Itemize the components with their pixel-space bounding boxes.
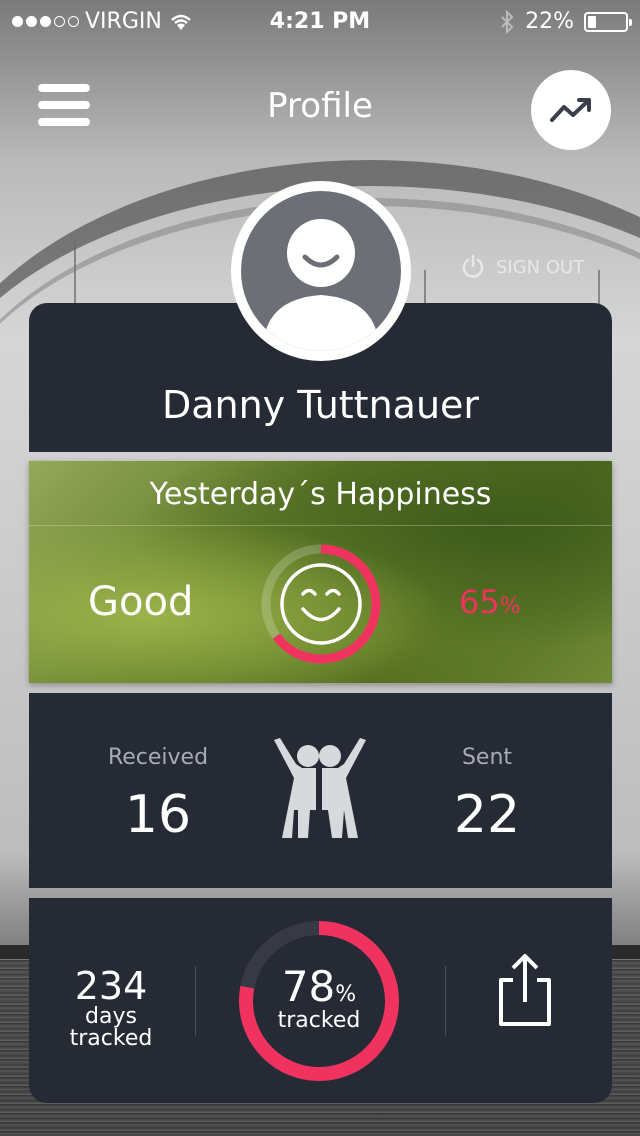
- bluetooth-icon: [501, 9, 514, 34]
- battery-icon: [584, 11, 632, 32]
- happiness-title: Yesterday´s Happiness: [149, 477, 492, 512]
- share-button[interactable]: [495, 950, 555, 1030]
- share-icon: [499, 954, 551, 1026]
- days-tracked-value: 234: [74, 964, 148, 1008]
- tracked-percent: 78%: [281, 962, 357, 1011]
- divider: [195, 966, 196, 1036]
- avatar[interactable]: [231, 181, 411, 361]
- user-name: Danny Tuttnauer: [161, 383, 480, 427]
- exchange-card: Received 16 Sent 22: [29, 693, 612, 888]
- tracked-label: tracked: [277, 1008, 361, 1033]
- smiley-face-icon: [280, 563, 362, 645]
- divider: [29, 525, 612, 526]
- sent-value: 22: [453, 785, 521, 845]
- stats-card: 234 days tracked 78% tracked: [29, 898, 612, 1103]
- happiness-card[interactable]: Yesterday´s Happiness Good 65%: [29, 461, 612, 683]
- sign-out-label: SIGN OUT: [496, 256, 585, 278]
- friends-hugging-icon: [274, 738, 366, 838]
- mood-label: Good: [88, 579, 194, 625]
- sent-label: Sent: [461, 745, 513, 770]
- power-icon: [462, 254, 484, 278]
- battery-percent: 22%: [525, 9, 574, 34]
- trends-button[interactable]: [531, 70, 611, 150]
- happiness-percent: 65%: [459, 583, 521, 621]
- user-avatar-icon: [263, 219, 379, 351]
- happiness-progress-ring: [261, 544, 381, 664]
- trending-up-icon: [550, 98, 591, 122]
- status-bar: VIRGIN 4:21 PM 22%: [0, 0, 640, 44]
- received-value: 16: [124, 785, 192, 845]
- divider: [445, 966, 446, 1036]
- received-label: Received: [107, 745, 209, 770]
- days-tracked-label: days tracked: [69, 1004, 153, 1051]
- sign-out-button[interactable]: SIGN OUT: [460, 254, 584, 280]
